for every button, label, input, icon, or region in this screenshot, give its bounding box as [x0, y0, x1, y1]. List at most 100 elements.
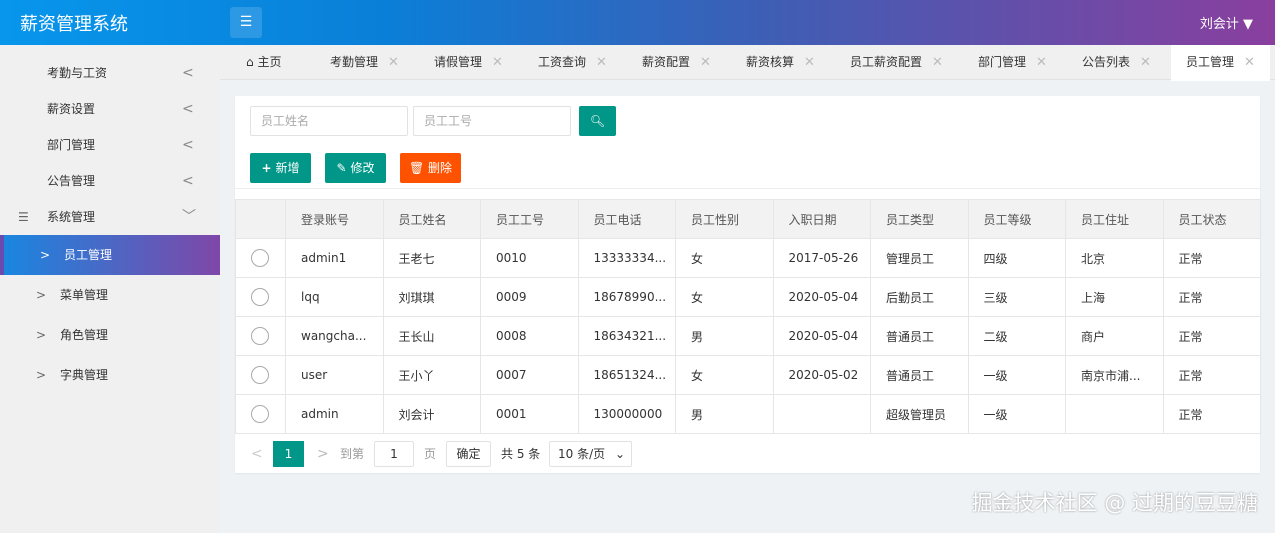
table-cell: 正常: [1162, 316, 1261, 356]
search-icon: 🔍︎: [589, 114, 606, 128]
next-page-icon[interactable]: >: [317, 440, 329, 468]
sidebar-item-department[interactable]: 部门管理 <: [0, 127, 220, 163]
table-cell: 王小丫: [382, 355, 481, 395]
label: 考勤与工资: [47, 66, 108, 80]
radio-button[interactable]: [251, 366, 269, 384]
menu-toggle-button[interactable]: ☰: [230, 7, 262, 38]
row-select[interactable]: [235, 394, 286, 434]
table-cell: 0009: [480, 277, 579, 317]
close-icon[interactable]: ✕: [388, 55, 399, 70]
tab-label: 员工管理: [1186, 55, 1235, 69]
table-cell: 正常: [1162, 238, 1261, 278]
row-select[interactable]: [235, 316, 286, 356]
column-header: 员工等级: [967, 199, 1066, 239]
table-row[interactable]: wangcha... 王长山 0008 18634321... 男 2020-05-04 普…: [235, 316, 1261, 356]
tab-notice-list[interactable]: 公告列表 ✕: [1082, 45, 1151, 80]
tab-attendance[interactable]: 考勤管理 ✕: [330, 45, 399, 80]
radio-button[interactable]: [251, 327, 269, 345]
user-menu[interactable]: 刘会计 ▼: [1200, 13, 1253, 32]
tab-label: 薪资配置: [642, 55, 691, 69]
page-unit: 页: [424, 447, 437, 461]
table-cell: 正常: [1162, 355, 1261, 395]
chevron-left-icon: <: [182, 101, 194, 117]
table-cell: 正常: [1162, 394, 1261, 434]
table-cell: 0001: [480, 394, 579, 434]
close-icon[interactable]: ✕: [1036, 55, 1047, 70]
watermark: 掘金技术社区 @ 过期的豆豆糖: [971, 491, 1258, 515]
sidebar-item-salary-settings[interactable]: 薪资设置 <: [0, 91, 220, 127]
close-icon[interactable]: ✕: [1244, 55, 1255, 70]
table-row[interactable]: admin 刘会计 0001 130000000 男 超级管理员 一级 正常: [235, 394, 1261, 434]
radio-button[interactable]: [251, 288, 269, 306]
sidebar-sub-role[interactable]: > 角色管理: [0, 315, 220, 355]
tab-salary-query[interactable]: 工资查询 ✕: [538, 45, 607, 80]
table-cell: 四级: [967, 238, 1066, 278]
edit-button[interactable]: ✎ 修改: [325, 153, 386, 183]
close-icon[interactable]: ✕: [700, 55, 711, 70]
table-cell: 18678990...: [577, 277, 676, 317]
tab-employee[interactable]: 员工管理 ✕: [1171, 45, 1270, 81]
chevron-left-icon: <: [182, 137, 194, 153]
sidebar-item-notice[interactable]: 公告管理 <: [0, 163, 220, 199]
app-title: 薪资管理系统: [20, 14, 128, 35]
radio-button[interactable]: [251, 405, 269, 423]
column-header: 员工性别: [675, 199, 774, 239]
table-cell: 刘会计: [382, 394, 481, 434]
close-icon[interactable]: ✕: [1140, 55, 1151, 70]
table-cell: 18651324...: [577, 355, 676, 395]
table-row[interactable]: admin1 王老七 0010 13333334... 女 2017-05-26 管理员工四…: [235, 238, 1261, 278]
confirm-button[interactable]: 确定: [446, 441, 491, 467]
close-icon[interactable]: ✕: [932, 55, 943, 70]
content-card: 员工姓名 员工工号 🔍︎ + 新增 ✎ 修改 🗑︎ 删除 登录账号 员工姓名 员工工…: [235, 96, 1261, 473]
tab-department[interactable]: 部门管理 ✕: [978, 45, 1047, 80]
close-icon[interactable]: ✕: [596, 55, 607, 70]
sidebar-item-system[interactable]: ☰ 系统管理 ﹀: [0, 199, 220, 235]
employee-name-input[interactable]: 员工姓名: [250, 106, 408, 136]
search-button[interactable]: 🔍︎: [579, 106, 616, 136]
employee-id-input[interactable]: 员工工号: [413, 106, 571, 136]
sidebar-sub-menu[interactable]: > 菜单管理: [0, 275, 220, 315]
column-header: 员工姓名: [382, 199, 481, 239]
sidebar-sub-dict[interactable]: > 字典管理: [0, 355, 220, 395]
tab-salary-config[interactable]: 薪资配置 ✕: [642, 45, 711, 80]
table-cell: 三级: [967, 277, 1066, 317]
table-cell: 上海: [1065, 277, 1164, 317]
tab-label: 请假管理: [434, 55, 483, 69]
table-cell: 管理员工: [870, 238, 969, 278]
prev-page-icon[interactable]: <: [251, 440, 263, 468]
trash-icon: 🗑︎: [408, 161, 425, 175]
chevron-down-icon: ⌄: [614, 447, 625, 461]
row-select[interactable]: [235, 238, 286, 278]
close-icon[interactable]: ✕: [492, 55, 503, 70]
delete-button[interactable]: 🗑︎ 删除: [400, 153, 461, 183]
row-select[interactable]: [235, 277, 286, 317]
page-input[interactable]: 1: [374, 441, 414, 467]
tab-salary-calc[interactable]: 薪资核算 ✕: [746, 45, 815, 80]
table-cell: 普通员工: [870, 316, 969, 356]
chevron-down-icon: ﹀: [182, 209, 196, 225]
sidebar-sub-employee[interactable]: > 员工管理: [0, 235, 220, 275]
radio-button[interactable]: [251, 249, 269, 267]
tab-employee-salary-config[interactable]: 员工薪资配置 ✕: [850, 45, 943, 80]
close-icon[interactable]: ✕: [804, 55, 815, 70]
table-cell: 2020-05-04: [772, 316, 871, 356]
column-header: 员工电话: [577, 199, 676, 239]
column-header: 员工工号: [480, 199, 579, 239]
tab-home[interactable]: ⌂ 主页: [246, 45, 281, 80]
divider: [235, 188, 1260, 189]
column-header: 入职日期: [772, 199, 871, 239]
table-cell: 正常: [1162, 277, 1261, 317]
table-cell: 普通员工: [870, 355, 969, 395]
add-button[interactable]: + 新增: [250, 153, 311, 183]
sidebar-item-attendance[interactable]: 考勤与工资 <: [0, 55, 220, 91]
table-cell: 超级管理员: [870, 394, 969, 434]
table-row[interactable]: lqq 刘琪琪 0009 18678990... 女 2020-05-04 后勤员工 三级 上海…: [235, 277, 1261, 317]
pencil-icon: ✎: [336, 161, 347, 175]
table-cell: 男: [675, 316, 774, 356]
table-row[interactable]: user 王小丫 0007 18651324... 女 2020-05-02 普通员工 一级南…: [235, 355, 1261, 395]
page-size-select[interactable]: 10 条/页 ⌄: [549, 441, 632, 467]
page-1-button[interactable]: 1: [273, 441, 304, 467]
row-select[interactable]: [235, 355, 286, 395]
tab-leave[interactable]: 请假管理 ✕: [434, 45, 503, 80]
tab-label: 主页: [257, 55, 282, 69]
